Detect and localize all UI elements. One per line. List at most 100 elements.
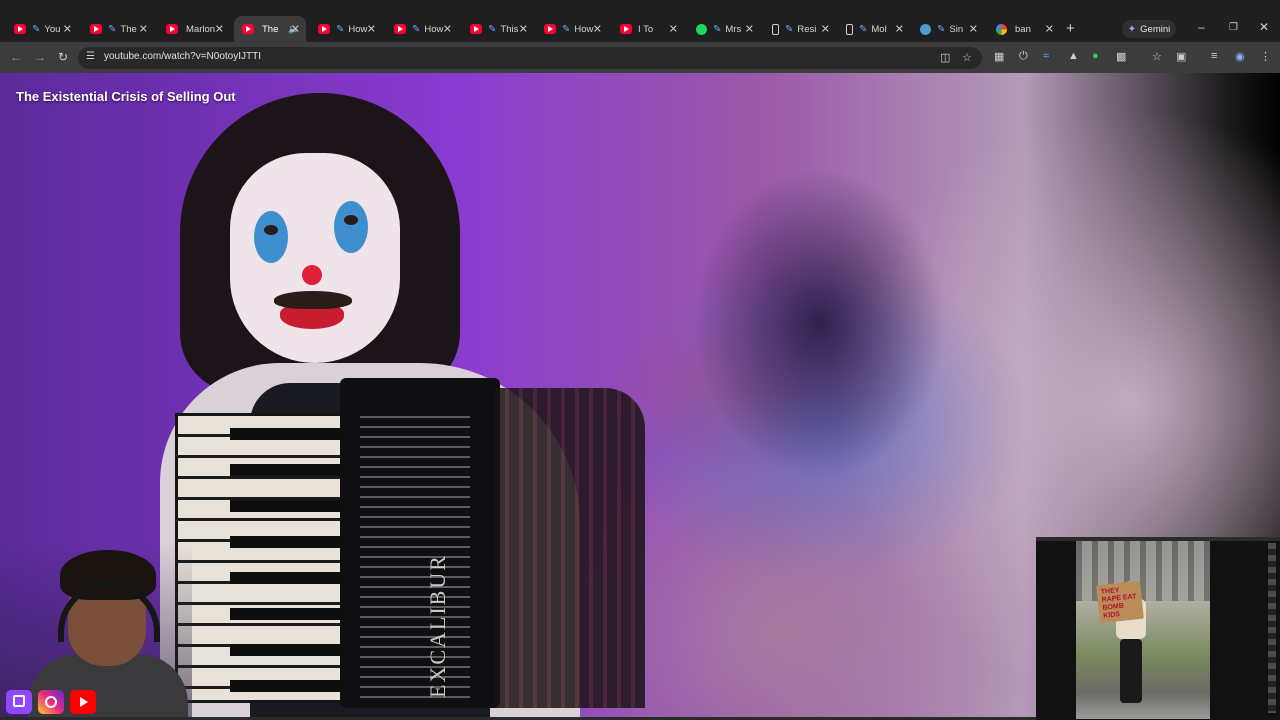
- pip-scrollbar[interactable]: [1268, 543, 1276, 713]
- close-icon[interactable]: ✕: [367, 23, 376, 36]
- close-icon[interactable]: ✕: [519, 23, 528, 36]
- accordion-bellows: [495, 388, 645, 708]
- tab-8[interactable]: ✎ How ✕: [536, 18, 608, 40]
- back-icon[interactable]: ←: [10, 50, 22, 64]
- tab-label: ban: [1015, 23, 1031, 35]
- close-icon[interactable]: ✕: [593, 23, 602, 36]
- tab-4-active[interactable]: The 🔈 ✕: [234, 16, 306, 42]
- url-text[interactable]: youtube.com/watch?v=N0otoyIJTTI: [104, 51, 261, 62]
- tab-10[interactable]: ✎ Mrs ✕: [688, 18, 760, 40]
- youtube-icon: [14, 24, 26, 34]
- protest-sign-text: THEY RAPE EAT BOMB KIDS: [1100, 587, 1137, 620]
- globe-icon: [920, 23, 931, 35]
- audio-icon[interactable]: ≈: [1043, 50, 1049, 62]
- pin-icon: ✎: [937, 23, 946, 35]
- close-icon[interactable]: ✕: [895, 23, 904, 36]
- pin-icon: ✎: [785, 23, 794, 35]
- document-icon: [846, 23, 853, 35]
- toolbar: ← → ↻ ☰ youtube.com/watch?v=N0otoyIJTTI …: [0, 42, 1280, 73]
- pin-icon: ✎: [488, 23, 497, 35]
- shield-icon[interactable]: ▲: [1068, 50, 1079, 62]
- pin-icon: ✎: [562, 23, 571, 35]
- close-icon[interactable]: ✕: [443, 23, 452, 36]
- new-tab-button[interactable]: +: [1066, 20, 1075, 37]
- tab-9[interactable]: I To ✕: [612, 18, 684, 40]
- pip-photo: THEY RAPE EAT BOMB KIDS: [1076, 541, 1210, 719]
- accordion-black-keys: [230, 418, 340, 698]
- accordion-body: [340, 378, 500, 708]
- tab-1[interactable]: ✎ You ✕: [6, 18, 78, 40]
- pin-icon: ✎: [32, 23, 41, 35]
- youtube-icon: [620, 24, 632, 34]
- close-icon[interactable]: ✕: [745, 23, 754, 36]
- sparkle-icon: ✦: [1127, 23, 1137, 35]
- media-icon[interactable]: ≡: [1211, 50, 1217, 62]
- document-icon: [772, 23, 779, 35]
- youtube-icon: [470, 24, 482, 34]
- close-icon[interactable]: ✕: [215, 23, 224, 36]
- reload-icon[interactable]: ↻: [58, 50, 68, 64]
- power-icon[interactable]: ⏻: [1019, 50, 1028, 63]
- sidepanel-icon[interactable]: ▣: [1176, 50, 1186, 63]
- instagram-icon: [38, 690, 64, 714]
- forward-icon[interactable]: →: [34, 50, 46, 64]
- twitch-icon: [6, 690, 32, 714]
- tab-7[interactable]: ✎ This ✕: [462, 18, 534, 40]
- picture-in-picture-window[interactable]: THEY RAPE EAT BOMB KIDS: [1036, 537, 1280, 720]
- tab-2[interactable]: ✎ The ✕: [82, 18, 154, 40]
- clown-nose: [302, 265, 322, 285]
- tab-label: Mol: [871, 23, 887, 35]
- restore-icon[interactable]: ❐: [1229, 22, 1238, 33]
- youtube-icon: [242, 24, 254, 34]
- install-icon[interactable]: ◫: [940, 51, 950, 64]
- video-player[interactable]: EXCALIBUR The Existential Crisis of Sell…: [0, 73, 1280, 720]
- gemini-label: Gemini: [1140, 23, 1171, 35]
- extension-badge-icon[interactable]: ●: [1092, 50, 1099, 62]
- close-icon[interactable]: ✕: [669, 23, 678, 36]
- close-icon[interactable]: ✕: [1045, 23, 1054, 36]
- close-window-icon[interactable]: ✕: [1259, 20, 1269, 34]
- youtube-icon: [90, 24, 102, 34]
- clown-face: [230, 153, 400, 363]
- close-icon[interactable]: ✕: [821, 23, 830, 36]
- tab-14[interactable]: ban ✕: [988, 18, 1060, 40]
- pin-icon: ✎: [859, 23, 868, 35]
- site-settings-icon[interactable]: ☰: [86, 51, 95, 62]
- close-icon[interactable]: ✕: [139, 23, 148, 36]
- tab-5[interactable]: ✎ How ✕: [310, 18, 382, 40]
- video-title[interactable]: The Existential Crisis of Selling Out: [16, 89, 236, 104]
- address-bar[interactable]: ☰ youtube.com/watch?v=N0otoyIJTTI ◫ ☆: [78, 47, 982, 69]
- tab-3[interactable]: Marlon ✕: [158, 18, 230, 40]
- pin-icon: ✎: [713, 23, 722, 35]
- right-eye-makeup: [334, 201, 368, 253]
- menu-icon[interactable]: ⋮: [1260, 50, 1271, 63]
- accordion-buttons: [360, 408, 470, 698]
- close-icon[interactable]: ✕: [969, 23, 978, 36]
- tab-label: I To: [638, 23, 654, 35]
- tab-12[interactable]: ✎ Mol ✕: [838, 18, 910, 40]
- streamer-webcam: [0, 542, 192, 720]
- left-eye-makeup: [254, 211, 288, 263]
- close-icon[interactable]: ✕: [63, 23, 72, 36]
- protest-sign: THEY RAPE EAT BOMB KIDS: [1096, 580, 1144, 624]
- pin-icon: ✎: [336, 23, 345, 35]
- spotify-icon: [696, 23, 707, 35]
- accordion: EXCALIBUR: [175, 378, 645, 708]
- youtube-icon: [394, 24, 406, 34]
- avatar[interactable]: ◉: [1235, 50, 1245, 63]
- bookmarks-icon[interactable]: ☆: [1152, 50, 1162, 63]
- tab-label: The: [262, 23, 279, 35]
- tab-13[interactable]: ✎ Sin ✕: [912, 18, 984, 40]
- tab-6[interactable]: ✎ How ✕: [386, 18, 458, 40]
- close-icon[interactable]: ✕: [291, 23, 300, 36]
- tab-label: Resi: [797, 23, 817, 35]
- puzzle-icon[interactable]: ▩: [1116, 50, 1126, 63]
- gemini-button[interactable]: ✦ Gemini: [1122, 20, 1176, 38]
- bookmark-star-icon[interactable]: ☆: [962, 51, 972, 64]
- minimize-icon[interactable]: –: [1198, 20, 1205, 34]
- pin-icon: ✎: [108, 23, 117, 35]
- youtube-icon: [544, 24, 556, 34]
- extension-icon[interactable]: ▦: [994, 50, 1004, 63]
- pin-icon: ✎: [412, 23, 421, 35]
- tab-11[interactable]: ✎ Resi ✕: [764, 18, 836, 40]
